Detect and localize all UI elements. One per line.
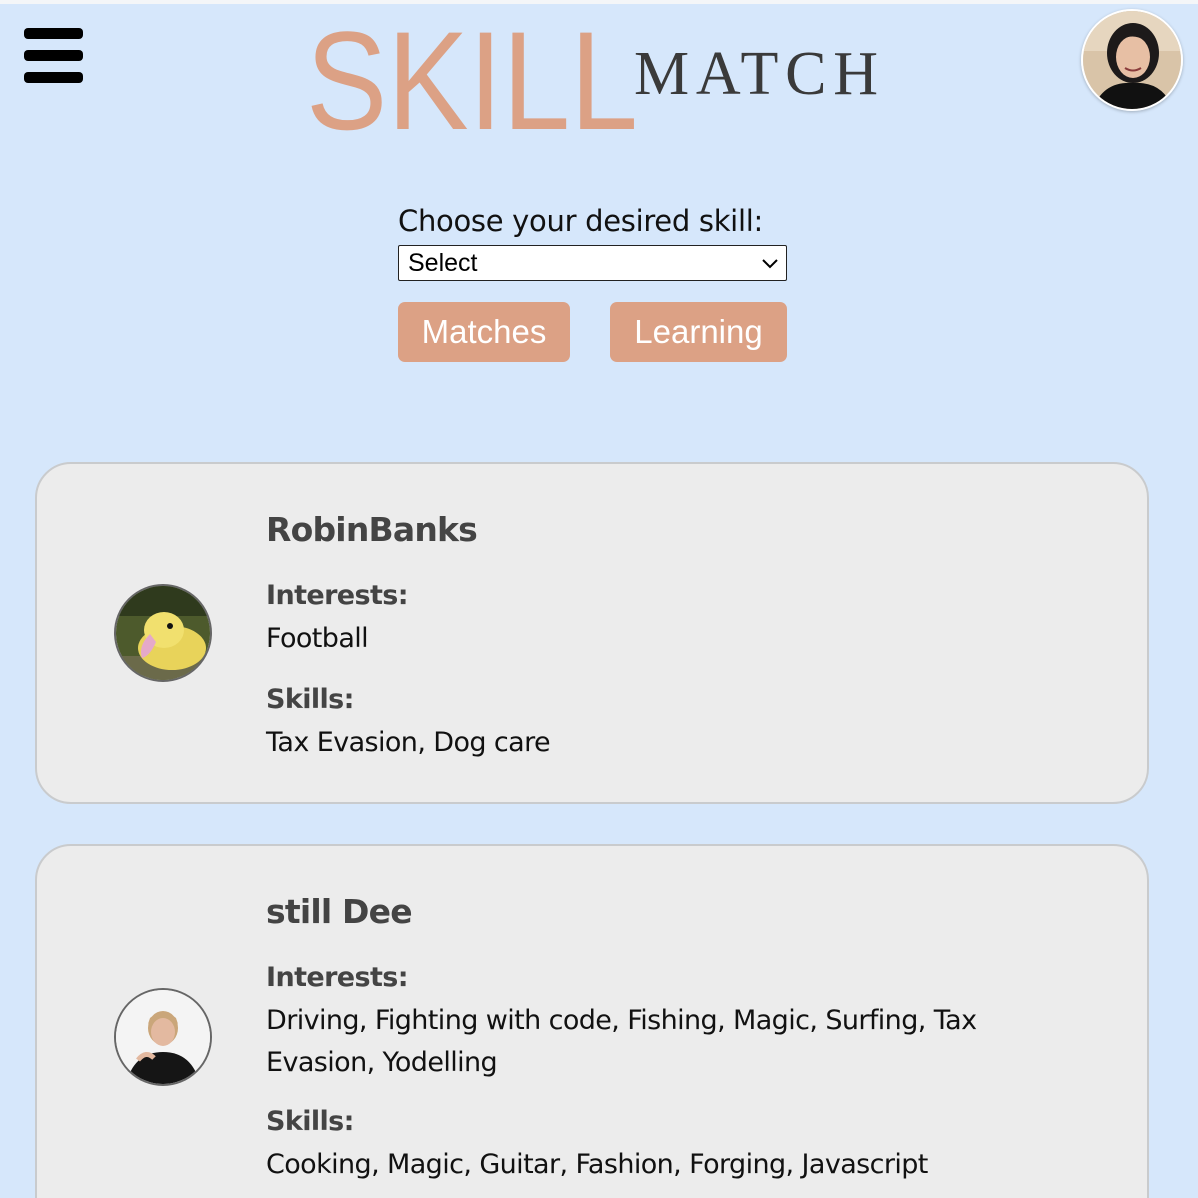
skill-select-value: Select (408, 249, 478, 277)
match-avatar (114, 584, 212, 682)
menu-bar (24, 72, 83, 83)
interests-heading: Interests: (266, 962, 409, 993)
skills-text: Cooking, Magic, Guitar, Fashion, Forging… (266, 1149, 928, 1180)
skills-heading: Skills: (266, 684, 354, 715)
skillmatch-page: SKILL MATCH Choose your desired skill: S… (0, 0, 1198, 1198)
match-avatar (114, 988, 212, 1086)
chevron-down-icon (762, 259, 778, 269)
learning-button[interactable]: Learning (610, 302, 787, 362)
match-card[interactable]: still Dee Interests: Driving, Fighting w… (35, 844, 1149, 1198)
interests-text: Driving, Fighting with code, Fishing, Ma… (266, 1005, 977, 1078)
menu-bar (24, 28, 83, 39)
skill-select-dropdown[interactable]: Select (398, 245, 787, 281)
logo-primary-text: SKILL (306, 14, 638, 138)
duckling-photo (116, 586, 210, 680)
match-card[interactable]: RobinBanks Interests: Football Skills: T… (35, 462, 1149, 804)
user-photo (1083, 11, 1181, 109)
match-name: still Dee (266, 892, 413, 931)
skills-heading: Skills: (266, 1106, 354, 1137)
interests-heading: Interests: (266, 580, 409, 611)
skillmatch-logo[interactable]: SKILL MATCH (306, 14, 886, 138)
menu-bar (24, 50, 83, 61)
matches-button[interactable]: Matches (398, 302, 570, 362)
interests-text: Football (266, 623, 369, 654)
top-strip (0, 0, 1198, 4)
person-photo (116, 990, 210, 1084)
match-name: RobinBanks (266, 510, 478, 549)
skill-chooser-label: Choose your desired skill: (398, 204, 763, 238)
user-avatar[interactable] (1081, 9, 1183, 111)
skills-text: Tax Evasion, Dog care (266, 727, 551, 758)
logo-secondary-text: MATCH (634, 40, 878, 108)
hamburger-menu-icon[interactable] (24, 28, 84, 84)
